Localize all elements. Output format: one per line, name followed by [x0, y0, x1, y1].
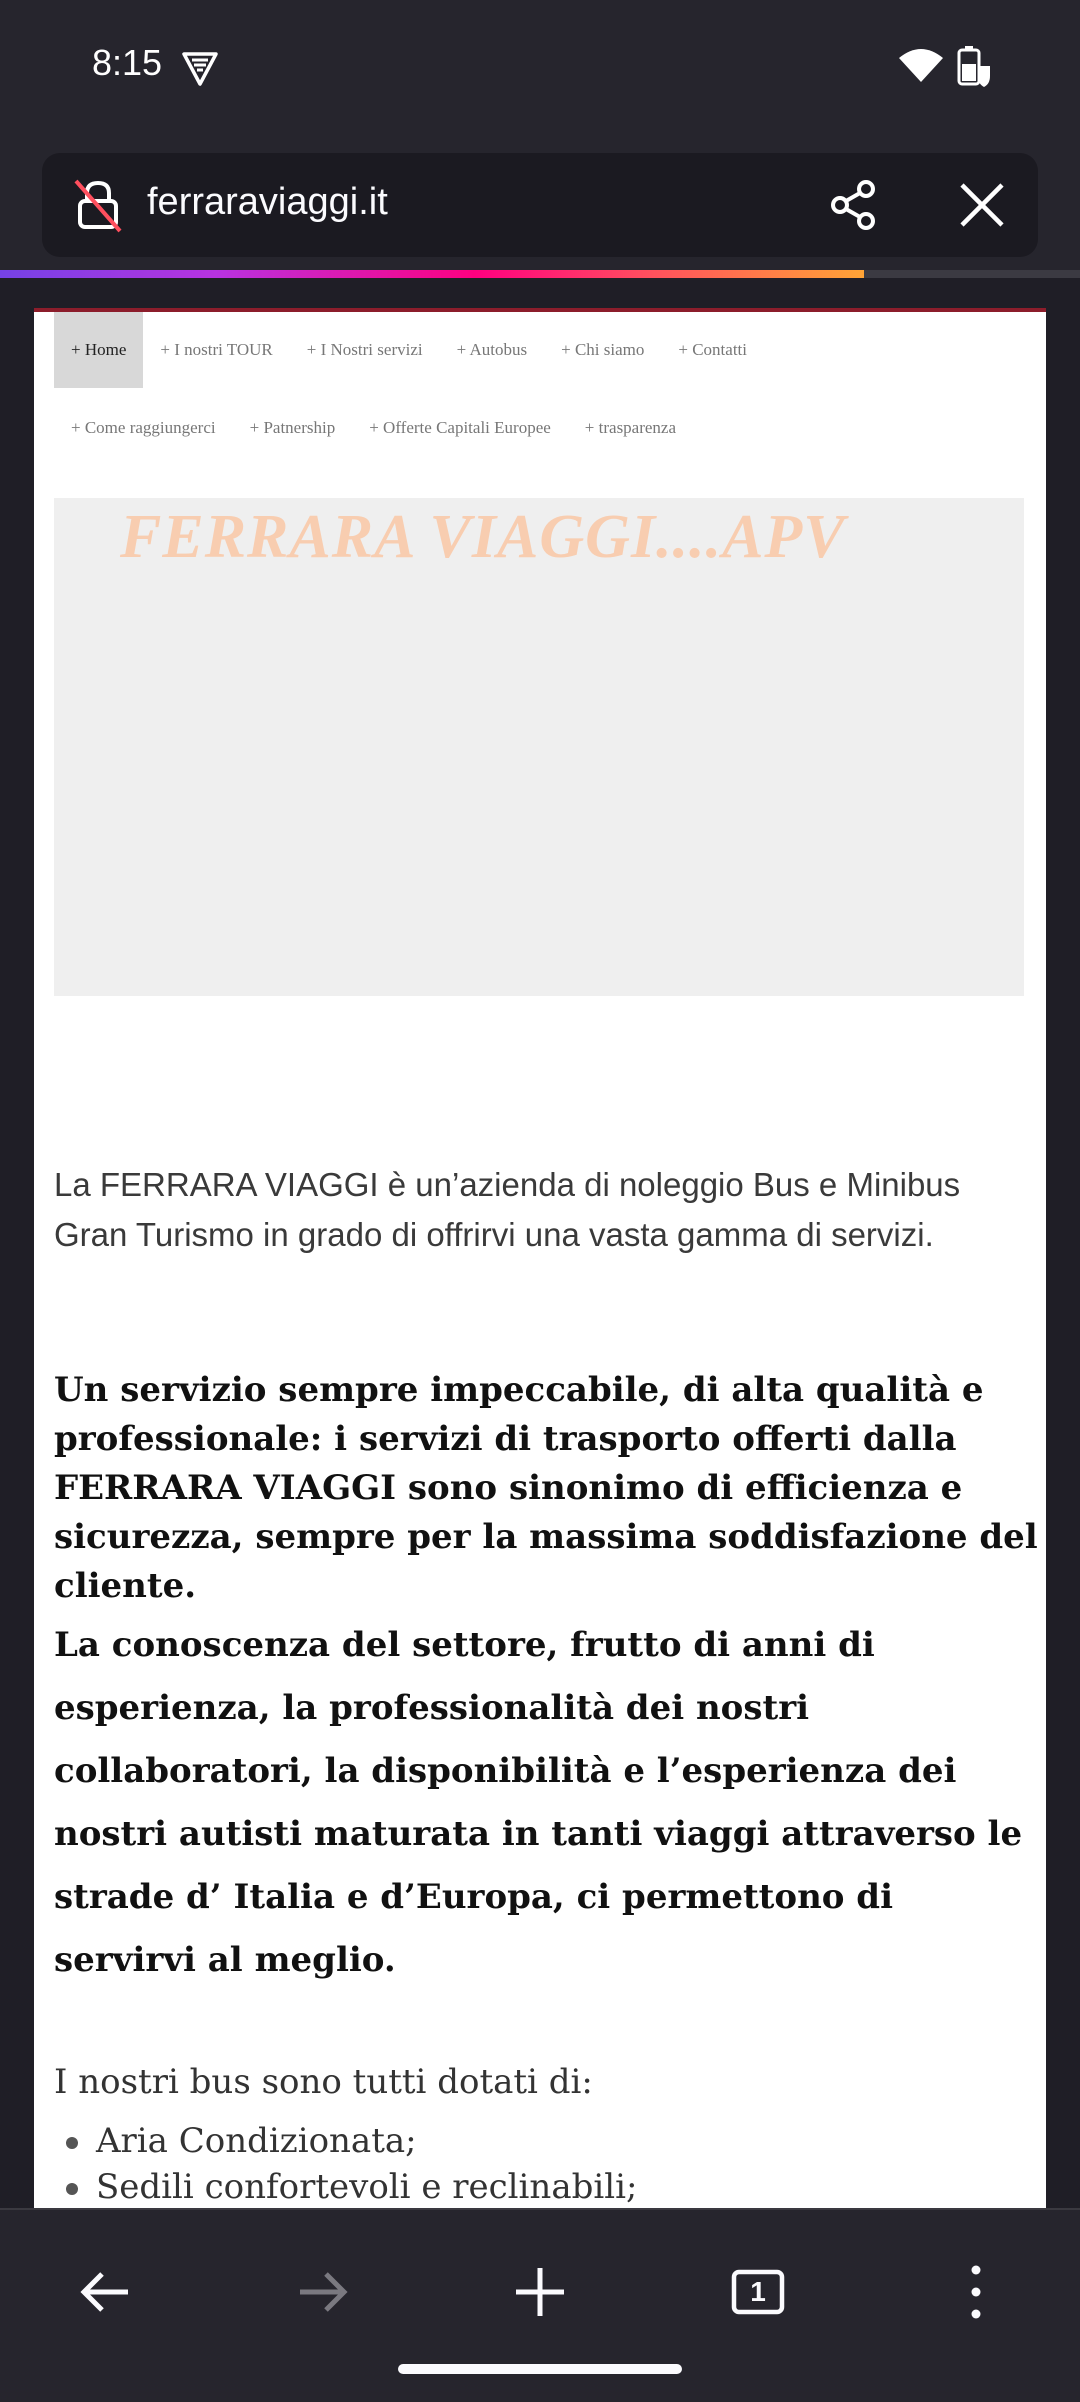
status-time: 8:15	[92, 42, 163, 83]
lock-insecure-icon[interactable]	[70, 177, 126, 233]
vpn-icon	[182, 52, 218, 86]
service-paragraph: Un servizio sempre impeccabile, di alta …	[54, 1370, 1038, 1606]
close-icon[interactable]	[950, 173, 1014, 237]
intro-paragraph: La FERRARA VIAGGI è un’azienda di nolegg…	[54, 1166, 961, 1253]
nav-chi-siamo[interactable]: + Chi siamo	[544, 312, 661, 388]
page-load-progress-fill	[0, 270, 864, 278]
tab-count: 1	[750, 2276, 766, 2307]
battery-icon	[957, 46, 990, 87]
forward-arrow-icon[interactable]	[282, 2252, 362, 2332]
page-load-progress	[0, 270, 1080, 278]
home-indicator[interactable]	[398, 2364, 682, 2374]
web-content: + Home + I nostri TOUR + I Nostri serviz…	[0, 278, 1080, 2208]
nav-home[interactable]: + Home	[54, 312, 144, 388]
nav-contatti[interactable]: + Contatti	[661, 312, 764, 388]
hero-banner: FERRARA VIAGGI....APV	[54, 498, 1024, 996]
url-bar[interactable]: ferraraviaggi.it	[42, 153, 1038, 257]
nav-come-raggiungerci[interactable]: + Come raggiungerci	[54, 390, 233, 466]
site-nav-row-1: + Home + I nostri TOUR + I Nostri serviz…	[54, 312, 764, 388]
tabs-button[interactable]: 1	[718, 2252, 798, 2332]
share-icon[interactable]	[822, 173, 886, 237]
site-nav-row-2: + Come raggiungerci + Patnership + Offer…	[54, 390, 693, 466]
nav-autobus[interactable]: + Autobus	[440, 312, 545, 388]
features-list: Aria Condizionata; Sedili confortevoli e…	[54, 2118, 637, 2208]
experience-paragraph: La conoscenza del settore, frutto di ann…	[54, 1625, 1023, 1980]
status-bar: 8:15	[0, 0, 1080, 135]
url-text[interactable]: ferraraviaggi.it	[147, 181, 388, 224]
nav-offerte-capitali-europee[interactable]: + Offerte Capitali Europee	[352, 390, 568, 466]
list-item: Sedili confortevoli e reclinabili;	[54, 2164, 637, 2208]
plus-icon[interactable]	[500, 2252, 580, 2332]
page: + Home + I nostri TOUR + I Nostri serviz…	[34, 308, 1046, 2208]
nav-nostri-tour[interactable]: + I nostri TOUR	[143, 312, 289, 388]
features-title: I nostri bus sono tutti dotati di:	[54, 2062, 593, 2102]
more-vert-icon[interactable]	[936, 2252, 1016, 2332]
nav-trasparenza[interactable]: + trasparenza	[568, 390, 693, 466]
nav-patnership[interactable]: + Patnership	[233, 390, 353, 466]
wifi-icon	[899, 49, 943, 82]
banner-title: FERRARA VIAGGI....APV	[120, 503, 846, 571]
custom-tab-toolbar: ferraraviaggi.it	[0, 135, 1080, 270]
back-arrow-icon[interactable]	[66, 2252, 146, 2332]
list-item: Aria Condizionata;	[54, 2118, 637, 2164]
nav-nostri-servizi[interactable]: + I Nostri servizi	[290, 312, 440, 388]
